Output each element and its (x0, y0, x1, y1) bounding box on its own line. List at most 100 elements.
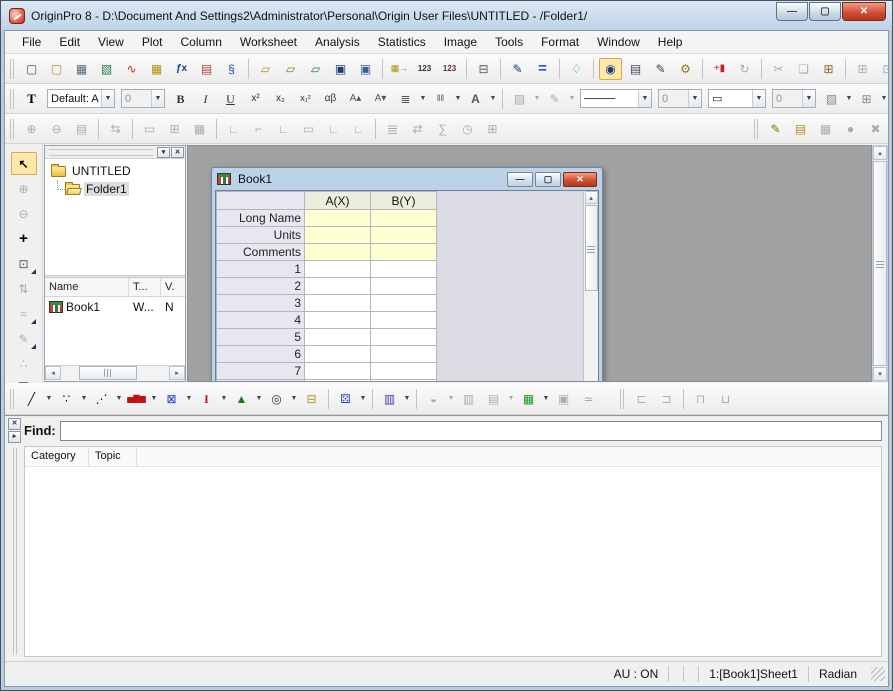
row-header[interactable]: Long Name (217, 210, 305, 227)
row-header[interactable]: Comments (217, 244, 305, 261)
plot-3d-scatter-icon[interactable]: ⚄ (334, 388, 357, 410)
plot-3d-bars-icon[interactable]: ▥ (378, 388, 401, 410)
border-style-combo[interactable]: ▭▼ (708, 89, 766, 108)
pointer-icon[interactable]: ↖ (11, 152, 37, 175)
row-header[interactable]: 2 (217, 278, 305, 295)
list-column-t[interactable]: T... (129, 278, 161, 296)
menu-file[interactable]: File (13, 32, 50, 52)
new-notes-icon[interactable]: § (220, 58, 243, 80)
open-database-icon[interactable]: ▤ (789, 118, 812, 140)
sql-editor-icon[interactable]: ✎ (764, 118, 787, 140)
line-style-combo[interactable]: ────▼ (580, 89, 652, 108)
menu-format[interactable]: Format (532, 32, 588, 52)
book1-titlebar[interactable]: Book1 — ▢ ✕ (215, 168, 599, 190)
worksheet-corner-cell[interactable] (217, 192, 305, 210)
text-style-icon[interactable]: T (20, 88, 43, 110)
scrollbar-thumb[interactable] (585, 205, 598, 291)
decrease-font-icon[interactable]: A▾ (369, 88, 392, 110)
scroll-down-icon[interactable]: ▾ (873, 367, 887, 381)
fill-pattern-icon[interactable]: ▨ (820, 88, 843, 110)
scroll-left-icon[interactable]: ◂ (45, 366, 61, 380)
menu-window[interactable]: Window (588, 32, 649, 52)
scroll-right-icon[interactable]: ▸ (169, 366, 185, 380)
vertical-text-icon-dropdown[interactable]: ▼ (453, 95, 463, 102)
menu-image[interactable]: Image (435, 32, 486, 52)
new-excel-icon[interactable]: ▧ (95, 58, 118, 80)
line-width-combo[interactable]: 0▼ (658, 89, 702, 108)
book-restore-button[interactable]: ▢ (535, 172, 561, 187)
text-tool-icon[interactable]: T (11, 377, 37, 383)
save-template-icon[interactable]: ▣ (354, 58, 377, 80)
underline-icon[interactable]: U (219, 88, 242, 110)
results-log-icon[interactable]: ▤ (624, 58, 647, 80)
open-template-icon[interactable]: ▱ (279, 58, 302, 80)
new-layout-icon[interactable]: ▤ (195, 58, 218, 80)
line-style-combo-arrow-icon[interactable]: ▼ (638, 90, 651, 107)
workspace-vscrollbar[interactable]: ▴ ▾ (872, 145, 888, 382)
new-project-icon[interactable]: ▢ (20, 58, 43, 80)
worksheet-cell[interactable] (371, 261, 437, 278)
import-multiple-ascii-icon[interactable]: 123 (438, 58, 461, 80)
italic-icon[interactable]: I (194, 88, 217, 110)
border-style-combo-arrow-icon[interactable]: ▼ (752, 90, 765, 107)
dock-expand-icon[interactable]: ▸ (8, 431, 21, 443)
scroll-up-icon[interactable]: ▴ (585, 191, 598, 204)
column-header-b[interactable]: B(Y) (371, 192, 437, 210)
screen-reader-icon[interactable]: + (11, 227, 37, 250)
worksheet-cell[interactable] (305, 346, 371, 363)
scrollbar-thumb[interactable] (79, 366, 137, 380)
print-icon[interactable]: ⊟ (472, 58, 495, 80)
area-plot-icon-dropdown[interactable]: ▼ (254, 395, 264, 402)
font-color-icon-dropdown[interactable]: ▼ (488, 95, 498, 102)
font-size-combo-arrow-icon[interactable]: ▼ (151, 90, 164, 107)
maximize-button[interactable]: ▢ (809, 2, 841, 21)
menu-worksheet[interactable]: Worksheet (231, 32, 306, 52)
plot-3d-bars-icon-dropdown[interactable]: ▼ (402, 395, 412, 402)
list-item-book1[interactable]: Book1 W... N (45, 297, 185, 316)
worksheet-cell[interactable] (305, 312, 371, 329)
panel-drag-grip[interactable] (49, 149, 153, 156)
close-button[interactable]: ✕ (842, 2, 886, 21)
row-header[interactable]: Units (217, 227, 305, 244)
cell-borders-icon[interactable]: ⊞ (855, 88, 878, 110)
results-column-category[interactable]: Category (25, 447, 89, 466)
results-column-topic[interactable]: Topic (89, 447, 137, 466)
box-plot-icon[interactable]: I (195, 388, 218, 410)
row-header[interactable]: 7 (217, 363, 305, 380)
menu-plot[interactable]: Plot (133, 32, 172, 52)
menu-edit[interactable]: Edit (50, 32, 89, 52)
find-input[interactable] (60, 421, 882, 441)
greek-icon[interactable]: αβ (319, 88, 342, 110)
project-explorer-icon[interactable]: ♢ (565, 58, 588, 80)
cell-borders-icon-dropdown[interactable]: ▼ (879, 95, 889, 102)
worksheet-cell[interactable] (305, 363, 371, 380)
panel-close-icon[interactable]: ✕ (171, 147, 184, 158)
row-header[interactable]: 1 (217, 261, 305, 278)
paste-icon[interactable]: ⊞ (817, 58, 840, 80)
duplicate-window-icon[interactable]: = (531, 58, 554, 80)
row-header[interactable]: 5 (217, 329, 305, 346)
project-explorer-titlebar[interactable]: ▾ ✕ (45, 146, 185, 159)
column-plot-icon-dropdown[interactable]: ▼ (149, 395, 159, 402)
tree-item-untitled[interactable]: UNTITLED (45, 162, 185, 180)
border-width-combo-arrow-icon[interactable]: ▼ (802, 90, 815, 107)
new-graph-icon[interactable]: ∿ (120, 58, 143, 80)
line-width-combo-arrow-icon[interactable]: ▼ (688, 90, 701, 107)
new-folder-icon[interactable]: ▢ (45, 58, 68, 80)
worksheet-cell[interactable] (371, 329, 437, 346)
menu-statistics[interactable]: Statistics (369, 32, 435, 52)
matrix-image-icon-dropdown[interactable]: ▼ (541, 395, 551, 402)
worksheet-cell[interactable] (371, 244, 437, 261)
book1-window[interactable]: Book1 — ▢ ✕ A(X)B(Y)Long NameUnitsCommen… (211, 167, 603, 382)
alignment-icon[interactable]: ≣ (394, 88, 417, 110)
worksheet-cell[interactable] (305, 227, 371, 244)
supersubscript-icon[interactable]: x₁² (294, 88, 317, 110)
worksheet-cell[interactable] (371, 363, 437, 380)
code-builder-icon[interactable]: ⚙ (674, 58, 697, 80)
font-color-icon[interactable]: A (464, 88, 487, 110)
font-combo-arrow-icon[interactable]: ▼ (101, 90, 114, 107)
row-header[interactable]: 6 (217, 346, 305, 363)
matrix-image-icon[interactable]: ▦ (517, 388, 540, 410)
open-excel-icon[interactable]: ▱ (304, 58, 327, 80)
scroll-up-icon[interactable]: ▴ (873, 146, 887, 160)
